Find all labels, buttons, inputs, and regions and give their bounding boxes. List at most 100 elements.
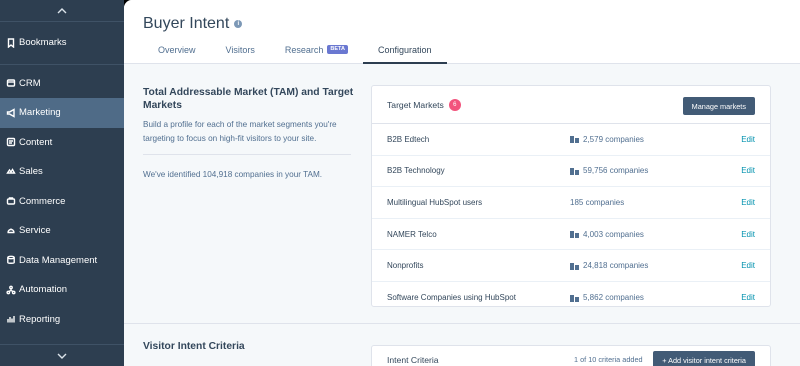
table-row: Nonprofits 24,818 companies Edit (372, 250, 770, 282)
sidebar-item-label: Marketing (19, 107, 61, 119)
sidebar-item-automation[interactable]: Automation (0, 275, 124, 305)
chevron-up-icon (57, 7, 67, 13)
building-icon (570, 167, 579, 175)
marketing-icon (5, 107, 16, 118)
tam-description: Build a profile for each of the market s… (143, 120, 337, 143)
intent-criteria-label: Intent Criteria (387, 355, 439, 365)
market-name: B2B Technology (387, 166, 445, 176)
tab-bar: Overview Visitors Research BETA Configur… (143, 45, 447, 64)
tab-label: Overview (158, 45, 196, 55)
tam-title: Total Addressable Market (TAM) and Targe… (143, 87, 354, 111)
sidebar-item-commerce[interactable]: Commerce (0, 187, 124, 217)
sidebar-item-bookmarks[interactable]: Bookmarks (0, 28, 124, 58)
edit-link[interactable]: Edit (741, 230, 755, 239)
sidebar-item-service[interactable]: Service (0, 216, 124, 246)
sidebar-item-label: Sales (19, 166, 43, 178)
sidebar-item-label: Automation (19, 284, 68, 296)
building-icon (570, 231, 579, 239)
tam-identified-text: We've identified 104,918 companies in yo… (143, 170, 323, 179)
building-icon (570, 136, 579, 144)
collapse-up-button[interactable] (0, 0, 124, 22)
section-divider (143, 154, 351, 155)
page-title: Buyer Intent i (143, 15, 243, 33)
commerce-icon (5, 196, 16, 207)
edit-link[interactable]: Edit (741, 261, 755, 270)
visitor-intent-title: Visitor Intent Criteria (143, 341, 245, 352)
market-name: Multilingual HubSpot users (387, 197, 483, 207)
company-count-text: 4,003 companies (583, 229, 644, 239)
sidebar-item-crm[interactable]: CRM (0, 69, 124, 99)
tab-label: Visitors (225, 45, 255, 55)
sidebar-item-label: CRM (19, 77, 41, 89)
company-count-text: 59,756 companies (583, 166, 649, 176)
page-title-text: Buyer Intent (143, 15, 230, 32)
tab-visitors[interactable]: Visitors (211, 45, 270, 64)
market-name: NAMER Telco (387, 229, 437, 239)
sidebar-item-content[interactable]: Content (0, 128, 124, 158)
edit-link[interactable]: Edit (741, 198, 755, 207)
tab-research[interactable]: Research BETA (270, 45, 363, 64)
chevron-down-icon (57, 353, 67, 359)
building-icon (570, 262, 579, 270)
sidebar-item-data-management[interactable]: Data Management (0, 246, 124, 276)
reporting-icon (5, 314, 16, 325)
market-name: B2B Edtech (387, 134, 430, 144)
table-row: Multilingual HubSpot users 185 companies… (372, 187, 770, 219)
tam-section: Total Addressable Market (TAM) and Targe… (143, 86, 363, 145)
target-markets-header: Target Markets 6 Manage markets (372, 86, 770, 124)
content-icon (5, 137, 16, 148)
sidebar-item-label: Data Management (19, 254, 98, 266)
service-icon (5, 225, 16, 236)
target-markets-card: Target Markets 6 Manage markets B2B Edte… (371, 85, 771, 307)
edit-link[interactable]: Edit (741, 166, 755, 175)
company-count: 59,756 companies (570, 166, 648, 175)
company-count: 185 companies (570, 198, 624, 207)
sidebar-item-label: Reporting (19, 313, 61, 325)
automation-icon (5, 284, 16, 295)
sidebar-item-label: Commerce (19, 195, 66, 207)
info-icon[interactable]: i (234, 20, 243, 28)
company-count: 2,579 companies (570, 135, 644, 144)
edit-link[interactable]: Edit (741, 135, 755, 144)
main-content: Buyer Intent i Overview Visitors Researc… (124, 0, 800, 366)
tab-overview[interactable]: Overview (143, 45, 211, 64)
bookmark-icon (5, 37, 16, 48)
count-badge: 6 (448, 98, 461, 111)
beta-badge: BETA (327, 45, 348, 54)
sales-icon (5, 166, 16, 177)
target-markets-label: Target Markets (387, 99, 444, 110)
company-count: 4,003 companies (570, 230, 644, 239)
section-divider (124, 323, 800, 324)
sidebar-item-marketing[interactable]: Marketing (0, 98, 124, 128)
table-row: NAMER Telco 4,003 companies Edit (372, 219, 770, 251)
collapse-down-button[interactable] (0, 344, 124, 366)
app-frame: Bookmarks CRM Marketing Content Sales Co… (0, 0, 800, 366)
page-header: Buyer Intent i Overview Visitors Researc… (124, 0, 800, 64)
criteria-count: 1 of 10 criteria added (574, 355, 643, 364)
data-management-icon (5, 255, 16, 266)
tab-configuration[interactable]: Configuration (362, 45, 447, 64)
sidebar-divider (0, 63, 124, 65)
intent-criteria-card: Intent Criteria 1 of 10 criteria added +… (371, 345, 771, 366)
tab-label: Configuration (377, 45, 432, 55)
market-name: Software Companies using HubSpot (387, 293, 516, 303)
sidebar-item-label: Bookmarks (19, 37, 67, 49)
sidebar-item-reporting[interactable]: Reporting (0, 305, 124, 335)
sidebar-item-label: Service (19, 225, 51, 237)
company-count-text: 24,818 companies (583, 261, 649, 271)
company-count: 24,818 companies (570, 261, 648, 270)
add-visitor-intent-criteria-button[interactable]: + Add visitor intent criteria (653, 351, 755, 366)
sidebar-item-sales[interactable]: Sales (0, 157, 124, 187)
table-row: B2B Edtech 2,579 companies Edit (372, 124, 770, 156)
company-count-text: 2,579 companies (583, 134, 644, 144)
table-row: B2B Technology 59,756 companies Edit (372, 156, 770, 188)
tab-label: Research (284, 45, 324, 55)
building-icon (570, 294, 579, 302)
company-count-text: 5,862 companies (583, 293, 644, 303)
manage-markets-button[interactable]: Manage markets (682, 97, 755, 115)
market-name: Nonprofits (387, 261, 424, 271)
sidebar: Bookmarks CRM Marketing Content Sales Co… (0, 0, 124, 366)
company-count: 5,862 companies (570, 293, 644, 302)
edit-link[interactable]: Edit (741, 293, 755, 302)
table-row: Software Companies using HubSpot 5,862 c… (372, 282, 770, 306)
